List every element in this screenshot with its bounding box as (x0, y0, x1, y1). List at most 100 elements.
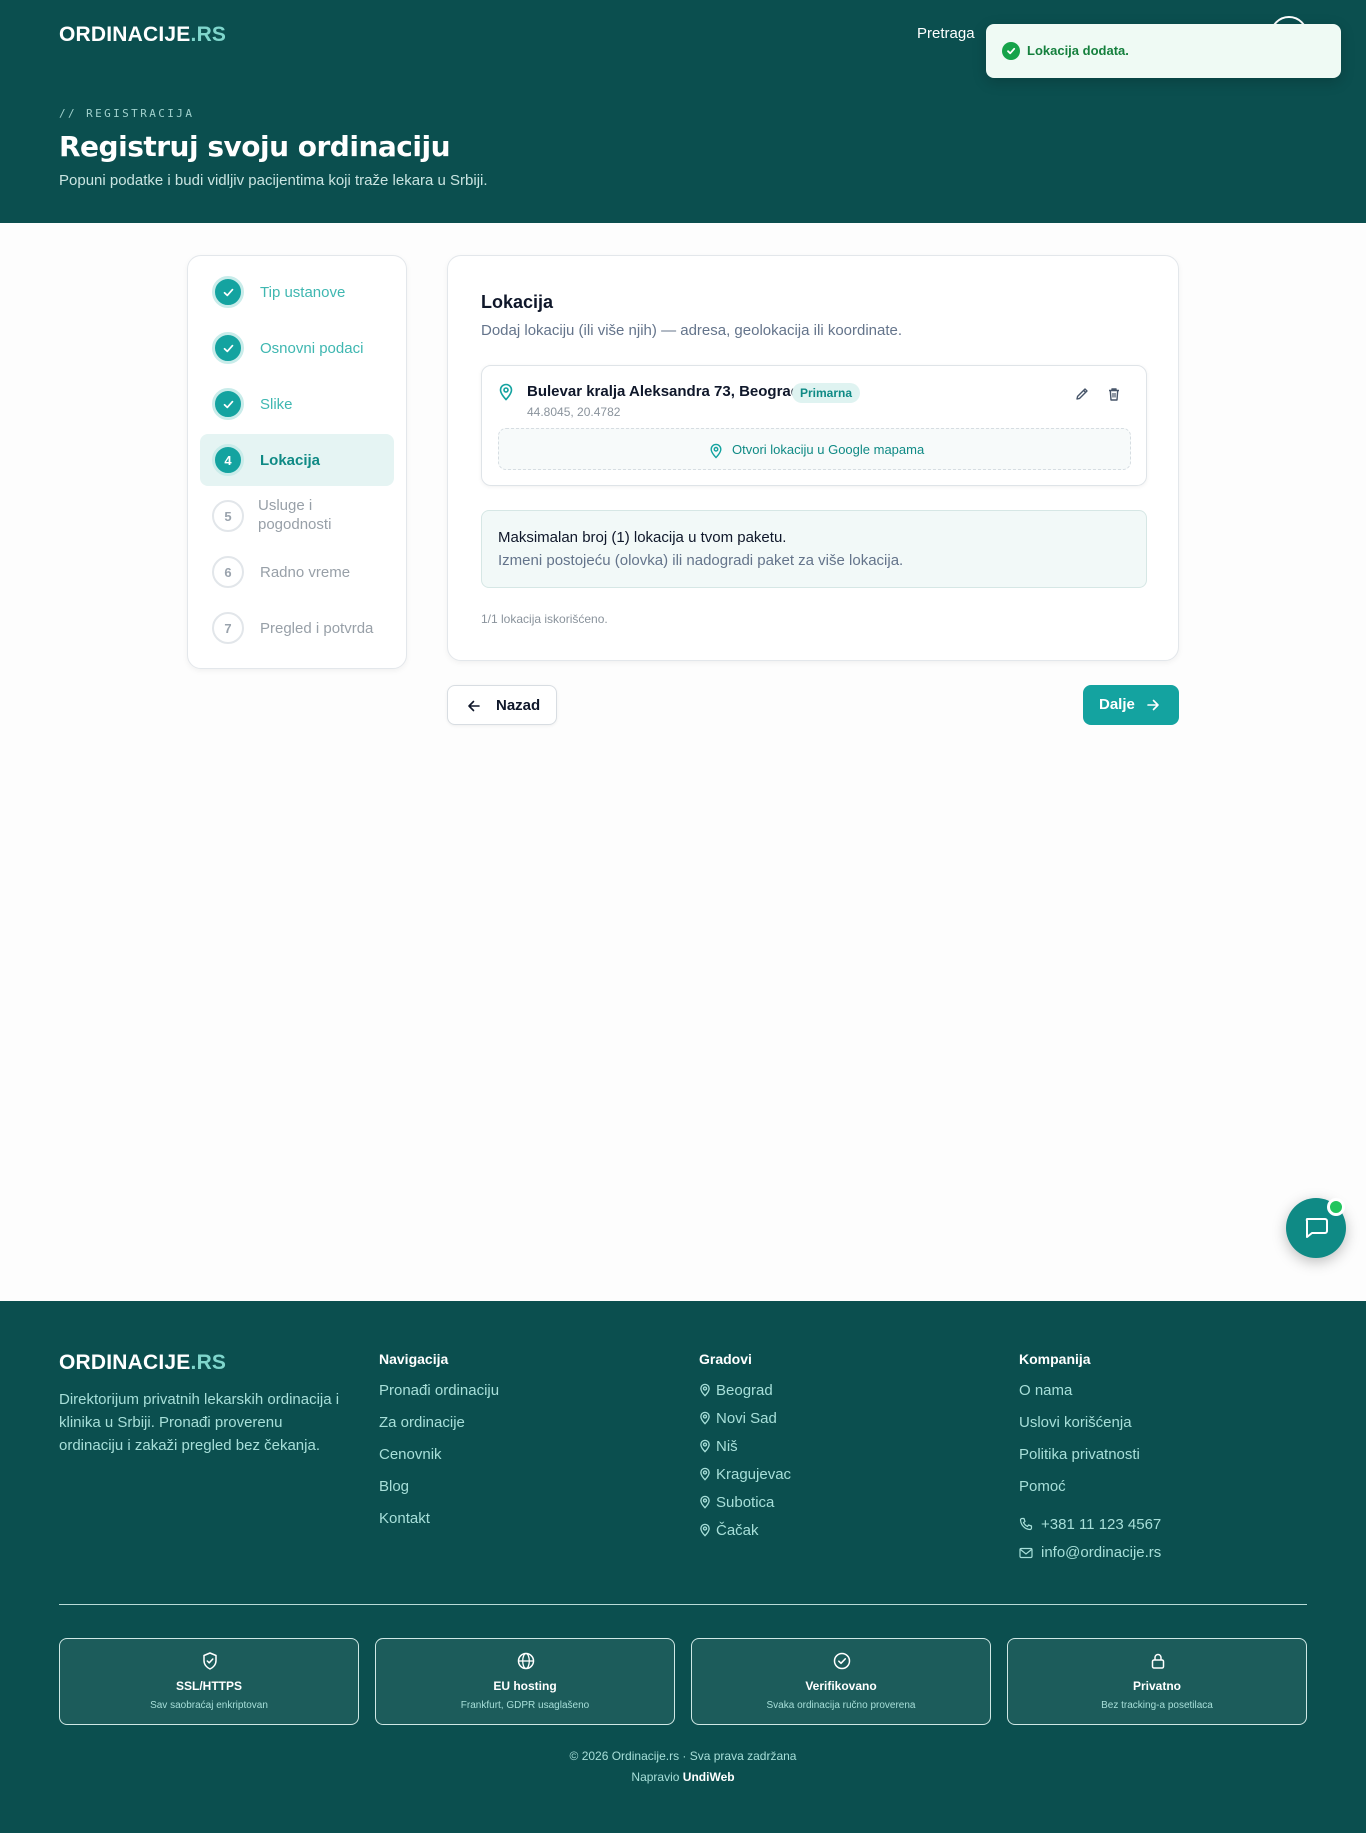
phone-icon (1019, 1517, 1033, 1531)
step-tip-ustanove[interactable]: Tip ustanove (200, 266, 394, 318)
footer-company-title: Kompanija (1019, 1351, 1091, 1367)
copyright: © 2026 Ordinacije.rs · Sva prava zadržan… (569, 1749, 797, 1763)
location-address: Bulevar kralja Aleksandra 73, Beograd (527, 383, 800, 400)
trust-badge-ssl: SSL/HTTPS Sav saobraćaj enkriptovan (59, 1638, 359, 1725)
footer-divider (59, 1604, 1307, 1605)
step-lokacija[interactable]: 4 Lokacija (200, 434, 394, 486)
success-toast: Lokacija dodata. (986, 24, 1341, 78)
map-pin-icon (700, 1523, 710, 1537)
step-osnovni-podaci[interactable]: Osnovni podaci (200, 322, 394, 374)
footer-cities-column: Gradovi Beograd Novi Sad Niš Kragujevac … (699, 1351, 791, 1549)
trust-badge-verified: Verifikovano Svaka ordinacija ručno prov… (691, 1638, 991, 1725)
mail-icon (1019, 1547, 1033, 1559)
city-name: Niš (716, 1438, 738, 1455)
footer-link[interactable]: Uslovi korišćenja (1019, 1413, 1161, 1445)
step-number: 7 (212, 612, 244, 644)
page-subtitle: Popuni podatke i budi vidljiv pacijentim… (59, 172, 488, 189)
toast-text: Lokacija dodata. (1027, 43, 1129, 58)
step-usluge[interactable]: 5 Usluge i pogodnosti (200, 490, 394, 542)
footer-description: Direktorijum privatnih lekarskih ordinac… (59, 1391, 340, 1454)
chat-button[interactable] (1286, 1198, 1346, 1258)
trust-badge-private: Privatno Bez tracking-a posetilaca (1007, 1638, 1307, 1725)
map-pin-icon (700, 1495, 710, 1509)
city-link[interactable]: Beograd (699, 1381, 791, 1409)
city-name: Čačak (716, 1522, 759, 1539)
footer-cities-title: Gradovi (699, 1351, 752, 1367)
check-circle-icon (1002, 42, 1020, 60)
check-icon (212, 332, 244, 364)
footer-link[interactable]: O nama (1019, 1381, 1161, 1413)
footer-nav-column: Navigacija Pronađi ordinaciju Za ordinac… (379, 1351, 499, 1541)
step-label: Lokacija (260, 452, 321, 469)
map-pin-icon (700, 1411, 710, 1425)
map-pin-icon (700, 1467, 710, 1481)
lock-icon (1148, 1651, 1168, 1676)
badge-title: SSL/HTTPS (175, 1679, 242, 1693)
city-name: Novi Sad (716, 1410, 777, 1427)
step-radno-vreme[interactable]: 6 Radno vreme (200, 546, 394, 598)
footer-link[interactable]: Pronađi ordinaciju (379, 1381, 499, 1413)
notice-text: Izmeni postojeću (olovka) ili nadogradi … (498, 552, 904, 569)
step-pregled[interactable]: 7 Pregled i potvrda (200, 602, 394, 654)
email-address: info@ordinacije.rs (1041, 1544, 1162, 1561)
logo-name: ORDINACIJE (59, 1351, 191, 1374)
badge-subtitle: Bez tracking-a posetilaca (1101, 1700, 1213, 1711)
city-link[interactable]: Subotica (699, 1493, 791, 1521)
usage-counter: 1/1 lokacija iskorišćeno. (481, 612, 608, 626)
city-link[interactable]: Čačak (699, 1521, 791, 1549)
footer-nav-title: Navigacija (379, 1351, 449, 1367)
section-title: Lokacija (481, 292, 554, 312)
city-link[interactable]: Novi Sad (699, 1409, 791, 1437)
footer-link[interactable]: Politika privatnosti (1019, 1445, 1161, 1477)
step-label: Slike (260, 396, 293, 413)
nav-search-link[interactable]: Pretraga (917, 25, 975, 42)
step-slike[interactable]: Slike (200, 378, 394, 430)
footer-link[interactable]: Blog (379, 1477, 499, 1509)
check-icon (212, 388, 244, 420)
badge-title: Verifikovano (805, 1679, 877, 1693)
chat-icon (1303, 1216, 1329, 1245)
step-label: Pregled i potvrda (260, 620, 374, 637)
location-card: Lokacija Dodaj lokaciju (ili više njih) … (447, 255, 1179, 661)
footer-link[interactable]: Kontakt (379, 1509, 499, 1541)
city-link[interactable]: Kragujevac (699, 1465, 791, 1493)
wizard-steps: Tip ustanove Osnovni podaci Slike 4 Loka… (187, 255, 407, 669)
open-in-google-maps-link[interactable]: Otvori lokaciju u Google mapama (498, 428, 1131, 470)
made-by-prefix: Napravio (631, 1770, 680, 1784)
site-logo[interactable]: ORDINACIJE.RS (59, 23, 226, 47)
badge-subtitle: Svaka ordinacija ručno proverena (766, 1700, 916, 1711)
primary-badge: Primarna (792, 383, 861, 403)
check-icon (212, 276, 244, 308)
city-name: Kragujevac (716, 1466, 792, 1483)
badge-subtitle: Sav saobraćaj enkriptovan (150, 1700, 268, 1711)
badge-title: Privatno (1132, 1679, 1181, 1693)
made-by-link[interactable]: UndiWeb (683, 1770, 735, 1784)
back-button[interactable]: Nazad (447, 685, 557, 725)
step-number: 5 (212, 500, 244, 532)
footer-link[interactable]: Cenovnik (379, 1445, 499, 1477)
badge-subtitle: Frankfurt, GDPR usaglašeno (460, 1700, 590, 1711)
page-eyebrow: // REGISTRACIJA (59, 107, 195, 120)
footer-link[interactable]: Pomoć (1019, 1477, 1161, 1509)
footer-link[interactable]: Za ordinacije (379, 1413, 499, 1445)
pencil-icon[interactable] (1074, 386, 1090, 407)
city-link[interactable]: Niš (699, 1437, 791, 1465)
city-name: Beograd (716, 1382, 773, 1399)
footer-company-column: Kompanija O nama Uslovi korišćenja Polit… (1019, 1351, 1161, 1571)
step-number: 6 (212, 556, 244, 588)
next-button[interactable]: Dalje (1083, 685, 1179, 725)
phone-link[interactable]: +381 11 123 4567 (1019, 1515, 1161, 1543)
shield-icon (200, 1651, 220, 1676)
step-label: Tip ustanove (260, 284, 346, 301)
trash-icon[interactable] (1106, 386, 1122, 407)
limit-notice: Maksimalan broj (1) lokacija u tvom pake… (481, 510, 1147, 588)
footer: ORDINACIJE.RS Direktorijum privatnih lek… (0, 1301, 1366, 1833)
map-pin-icon (498, 383, 514, 406)
badge-title: EU hosting (493, 1679, 557, 1693)
step-label: Usluge i pogodnosti (258, 497, 332, 533)
footer-logo[interactable]: ORDINACIJE.RS (59, 1351, 226, 1375)
location-coordinates: 44.8045, 20.4782 (527, 405, 621, 419)
city-name: Subotica (716, 1494, 775, 1511)
globe-icon (516, 1651, 536, 1676)
email-link[interactable]: info@ordinacije.rs (1019, 1543, 1161, 1571)
